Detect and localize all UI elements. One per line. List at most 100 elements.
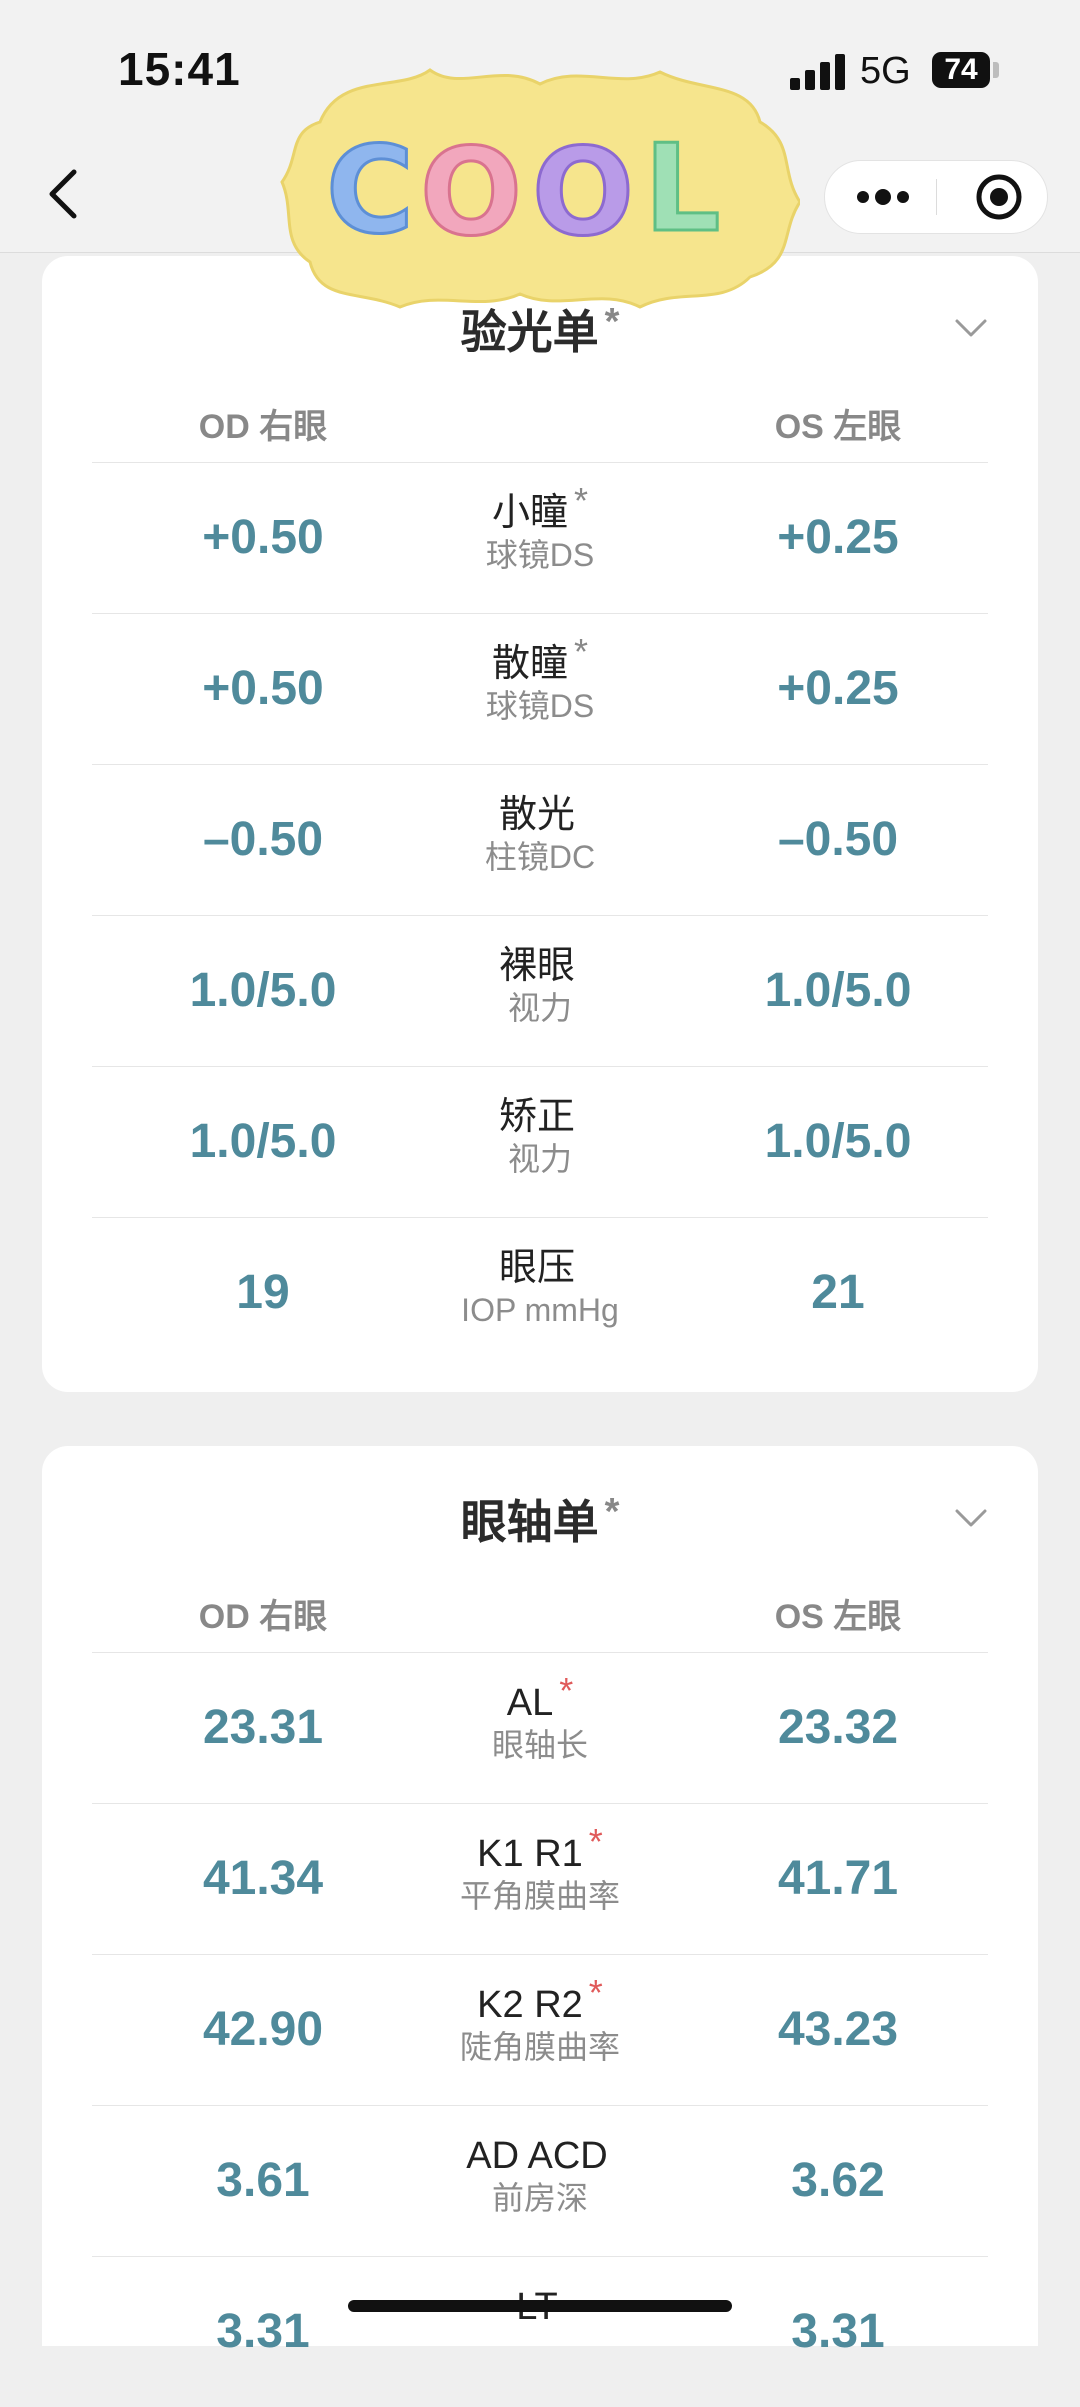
svg-text:O: O xyxy=(420,124,522,263)
svg-text:C: C xyxy=(326,122,414,261)
measure-name-text: AD ACD xyxy=(466,2135,608,2177)
measure-name: 散光 xyxy=(390,793,690,837)
os-value[interactable]: 41.71 xyxy=(688,1804,988,1954)
od-value[interactable]: +0.50 xyxy=(113,614,413,764)
measure-sub: 视力 xyxy=(507,1141,572,1177)
od-value[interactable]: 41.34 xyxy=(113,1804,413,1954)
required-mark: * xyxy=(559,1670,574,1711)
axial-card: 眼轴单 * OD 右眼 OS 左眼 23.31 AL * 眼轴长 23.32 41.34 K1… xyxy=(42,1446,1038,2358)
measure-sub: 眼轴长 xyxy=(491,1727,588,1763)
capsule-divider xyxy=(936,179,937,215)
measure-sub: 陡角膜曲率 xyxy=(459,2029,620,2065)
os-value[interactable]: –0.50 xyxy=(688,765,988,915)
back-arrow-icon[interactable] xyxy=(40,166,90,222)
table-row[interactable]: 1.0/5.0 矫正 视力 1.0/5.0 xyxy=(92,1066,988,1217)
table-row[interactable]: 19 眼压 IOP mmHg 21 xyxy=(92,1217,988,1368)
measure-name-text: K2 R2 xyxy=(477,1984,583,2026)
os-value[interactable]: +0.25 xyxy=(688,614,988,764)
od-value[interactable]: 42.90 xyxy=(113,1955,413,2105)
measure-name: 裸眼 xyxy=(390,944,690,988)
os-value[interactable]: 23.32 xyxy=(688,1653,988,1803)
measure-name-text: AL xyxy=(506,1682,554,1724)
od-value[interactable]: 23.31 xyxy=(113,1653,413,1803)
measure-label: 眼压 IOP mmHg xyxy=(390,1246,690,1330)
close-target-icon[interactable] xyxy=(975,173,1023,221)
os-value[interactable]: 1.0/5.0 xyxy=(688,1067,988,1217)
measure-label: 散光 柱镜DC xyxy=(390,793,690,877)
od-header: OD 右眼 xyxy=(198,408,328,446)
table-row[interactable]: 42.90 K2 R2 * 陡角膜曲率 43.23 xyxy=(92,1954,988,2105)
card-title-text: 眼轴单 xyxy=(460,1496,599,1548)
measure-label: 矫正 视力 xyxy=(390,1095,690,1179)
battery-tip xyxy=(993,62,999,78)
measure-label: 散瞳 * 球镜DS xyxy=(390,631,690,726)
more-icon[interactable] xyxy=(855,183,911,211)
measure-sub: IOP mmHg xyxy=(461,1292,619,1328)
measure-name: AL * xyxy=(390,1670,690,1725)
table-row[interactable]: +0.50 小瞳 * 球镜DS +0.25 xyxy=(92,462,988,613)
os-header: OS 左眼 xyxy=(774,408,902,446)
measure-sub: 平角膜曲率 xyxy=(459,1878,620,1914)
table-row[interactable]: 1.0/5.0 裸眼 视力 1.0/5.0 xyxy=(92,915,988,1066)
os-value[interactable]: 43.23 xyxy=(688,1955,988,2105)
od-value[interactable]: 1.0/5.0 xyxy=(113,1067,413,1217)
svg-text:O: O xyxy=(532,124,634,263)
od-value[interactable]: 1.0/5.0 xyxy=(113,916,413,1066)
os-value[interactable]: 3.31 xyxy=(688,2257,988,2407)
os-value[interactable]: 1.0/5.0 xyxy=(688,916,988,1066)
chevron-down-icon[interactable] xyxy=(954,318,988,338)
measure-name: 散瞳 * xyxy=(390,631,690,686)
home-indicator xyxy=(348,2300,732,2312)
table-row[interactable]: 23.31 AL * 眼轴长 23.32 xyxy=(92,1652,988,1803)
measure-name: AD ACD xyxy=(390,2134,690,2178)
card-title: 眼轴单 * xyxy=(42,1486,1038,1552)
refraction-card: 验光单 * OD 右眼 OS 左眼 +0.50 小瞳 * 球镜DS +0.25 +0.50 散… xyxy=(42,256,1038,1392)
table-row[interactable]: –0.50 散光 柱镜DC –0.50 xyxy=(92,764,988,915)
measure-label: 裸眼 视力 xyxy=(390,944,690,1028)
os-value[interactable]: 3.62 xyxy=(688,2106,988,2256)
measure-name-text: 小瞳 xyxy=(491,492,568,534)
measure-name: 眼压 xyxy=(390,1246,690,1290)
od-value[interactable]: –0.50 xyxy=(113,765,413,915)
measure-sub: 球镜DS xyxy=(485,537,595,573)
measure-name: 小瞳 * xyxy=(390,480,690,535)
od-value[interactable]: +0.50 xyxy=(113,463,413,613)
od-value[interactable]: 3.31 xyxy=(113,2257,413,2407)
os-value[interactable]: 21 xyxy=(688,1218,988,1368)
title-mark: * xyxy=(604,1491,620,1533)
measure-label: AD ACD 前房深 xyxy=(390,2134,690,2218)
cool-sticker: C O O L xyxy=(280,68,800,309)
measure-sub: 柱镜DC xyxy=(484,839,596,875)
measure-sub: 视力 xyxy=(507,990,572,1026)
od-value[interactable]: 3.61 xyxy=(113,2106,413,2256)
od-value[interactable]: 19 xyxy=(113,1218,413,1368)
status-time: 15:41 xyxy=(118,43,241,95)
measure-name-text: 裸眼 xyxy=(498,945,575,987)
os-value[interactable]: +0.25 xyxy=(688,463,988,613)
measure-name-text: 眼压 xyxy=(498,1247,575,1289)
table-row[interactable]: +0.50 散瞳 * 球镜DS +0.25 xyxy=(92,613,988,764)
measure-sub: 前房深 xyxy=(491,2180,588,2216)
battery-icon: 74 xyxy=(932,52,990,88)
mini-program-capsule xyxy=(824,160,1048,234)
measure-label: K2 R2 * 陡角膜曲率 xyxy=(390,1972,690,2067)
measure-name-text: 散光 xyxy=(498,794,575,836)
os-header: OS 左眼 xyxy=(774,1598,902,1636)
chevron-down-icon[interactable] xyxy=(954,1508,988,1528)
measure-label: AL * 眼轴长 xyxy=(390,1670,690,1765)
table-row[interactable]: 41.34 K1 R1 * 平角膜曲率 41.71 xyxy=(92,1803,988,1954)
measure-sub: 球镜DS xyxy=(485,688,595,724)
measure-name-text: 散瞳 xyxy=(491,643,568,685)
measure-name-text: K1 R1 xyxy=(477,1833,583,1875)
table-row[interactable]: 3.61 AD ACD 前房深 3.62 xyxy=(92,2105,988,2256)
od-header: OD 右眼 xyxy=(198,1598,328,1636)
svg-text:L: L xyxy=(644,120,720,259)
measure-label: 小瞳 * 球镜DS xyxy=(390,480,690,575)
required-mark: * xyxy=(588,1972,603,2013)
table-row[interactable]: 3.31LT3.31 xyxy=(92,2256,988,2407)
measure-name: 矫正 xyxy=(390,1095,690,1139)
required-mark: * xyxy=(574,480,589,521)
measure-label: K1 R1 * 平角膜曲率 xyxy=(390,1821,690,1916)
required-mark: * xyxy=(574,631,589,672)
required-mark: * xyxy=(588,1821,603,1862)
